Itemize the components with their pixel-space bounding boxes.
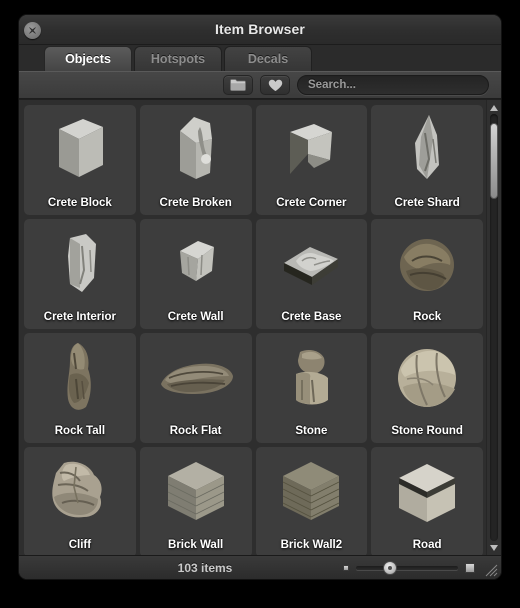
- item-thumbnail: [140, 223, 252, 305]
- item-label: Road: [412, 539, 442, 551]
- rock-boulder-round-icon: [400, 239, 455, 291]
- slider-track[interactable]: [356, 560, 458, 575]
- concrete-corner-wedge-icon: [290, 124, 333, 174]
- item-label: Crete Block: [47, 197, 112, 209]
- item-label: Crete Corner: [276, 197, 347, 209]
- brick-wall2-cube-icon: [283, 462, 340, 520]
- tab-objects[interactable]: Objects: [44, 46, 132, 71]
- grid-item[interactable]: Crete Corner: [255, 105, 368, 215]
- concrete-interior-chunk-icon: [67, 234, 96, 292]
- item-label: Crete Interior: [43, 311, 116, 323]
- thumbnail-size-slider[interactable]: [343, 560, 475, 575]
- item-label: Rock Flat: [169, 425, 222, 437]
- grid-item[interactable]: Road: [371, 447, 483, 555]
- item-label: Cliff: [68, 539, 92, 551]
- folder-button[interactable]: [223, 75, 253, 95]
- concrete-base-plate-icon: [284, 247, 339, 285]
- grid-item[interactable]: Stone Round: [371, 333, 483, 443]
- brick-wall-cube-icon: [167, 462, 224, 520]
- rock-tall-spire-icon: [67, 343, 91, 410]
- scrollbar-thumb[interactable]: [490, 122, 498, 200]
- scroll-up-button[interactable]: [487, 101, 501, 114]
- zoom-small-icon[interactable]: [343, 564, 349, 571]
- item-label: Crete Broken: [159, 197, 232, 209]
- grid-item[interactable]: Crete Base: [255, 219, 368, 329]
- resize-grip-icon: [485, 564, 498, 577]
- resize-grip[interactable]: [483, 562, 499, 578]
- status-bar: 103 items: [19, 555, 501, 579]
- item-label: Crete Base: [281, 311, 342, 323]
- tab-bar: Objects Hotspots Decals: [19, 45, 501, 71]
- toolbar: Search...: [19, 71, 501, 99]
- grid-item[interactable]: Crete Shard: [371, 105, 483, 215]
- grid-item[interactable]: Rock Tall: [24, 333, 136, 443]
- window-title: Item Browser: [215, 21, 305, 37]
- search-input[interactable]: Search...: [297, 75, 489, 95]
- item-thumbnail: [24, 337, 136, 419]
- item-thumbnail: [371, 223, 483, 305]
- tab-decals[interactable]: Decals: [224, 46, 312, 71]
- search-placeholder: Search...: [308, 79, 356, 91]
- concrete-block-cube-icon: [58, 119, 103, 177]
- vertical-scrollbar[interactable]: [486, 100, 501, 555]
- grid-item[interactable]: Brick Wall: [139, 447, 252, 555]
- zoom-large-icon[interactable]: [465, 562, 475, 573]
- scroll-down-button[interactable]: [487, 541, 501, 554]
- grid-item[interactable]: Crete Interior: [24, 219, 136, 329]
- heart-icon: [268, 79, 282, 91]
- item-label: Crete Wall: [167, 311, 224, 323]
- grid-item[interactable]: Crete Block: [24, 105, 136, 215]
- grid-item[interactable]: Rock: [371, 219, 483, 329]
- slider-thumb[interactable]: [382, 560, 397, 575]
- item-thumbnail: [256, 337, 368, 419]
- grid-item[interactable]: Stone: [255, 333, 368, 443]
- item-label: Crete Shard: [394, 197, 460, 209]
- item-thumbnail: [140, 109, 252, 191]
- item-thumbnail: [24, 223, 136, 305]
- item-thumbnail: [24, 109, 136, 191]
- broken-concrete-slab-icon: [179, 117, 212, 179]
- item-thumbnail: [371, 109, 483, 191]
- item-thumbnail: [256, 109, 368, 191]
- item-browser-window: Item Browser Objects Hotspots Decals Sea…: [18, 14, 502, 580]
- item-label: Brick Wall2: [280, 539, 343, 551]
- item-label: Rock: [413, 311, 442, 323]
- item-thumbnail: [371, 451, 483, 533]
- favorites-button[interactable]: [260, 75, 290, 95]
- tab-hotspots[interactable]: Hotspots: [134, 46, 222, 71]
- grid-item[interactable]: Crete Wall: [139, 219, 252, 329]
- grid-item[interactable]: Cliff: [24, 447, 136, 555]
- item-label: Stone: [295, 425, 328, 437]
- title-bar[interactable]: Item Browser: [19, 15, 501, 45]
- stone-stacked-block-icon: [296, 350, 329, 405]
- item-label: Rock Tall: [54, 425, 106, 437]
- grid-item[interactable]: Brick Wall2: [255, 447, 368, 555]
- road-surface-cube-icon: [399, 464, 456, 522]
- grid-item[interactable]: Rock Flat: [139, 333, 252, 443]
- item-thumbnail: [256, 223, 368, 305]
- item-label: Brick Wall: [168, 539, 224, 551]
- item-thumbnail: [140, 337, 252, 419]
- item-grid-region: Crete Block Crete Broken Crete Corner Cr…: [19, 99, 501, 555]
- stone-round-sphere-icon: [398, 349, 457, 407]
- cliff-rock-face-icon: [52, 461, 102, 518]
- grid-item[interactable]: Crete Broken: [139, 105, 252, 215]
- item-thumbnail: [140, 451, 252, 533]
- concrete-wall-block-icon: [179, 241, 214, 281]
- item-thumbnail: [24, 451, 136, 533]
- item-grid: Crete Block Crete Broken Crete Corner Cr…: [19, 100, 486, 555]
- triangle-up-icon: [490, 104, 498, 111]
- item-thumbnail: [256, 451, 368, 533]
- folder-icon: [230, 79, 246, 91]
- concrete-shard-spike-icon: [415, 115, 440, 179]
- item-thumbnail: [371, 337, 483, 419]
- triangle-down-icon: [490, 544, 498, 551]
- rock-flat-slab-icon: [160, 363, 233, 394]
- item-label: Stone Round: [391, 425, 463, 437]
